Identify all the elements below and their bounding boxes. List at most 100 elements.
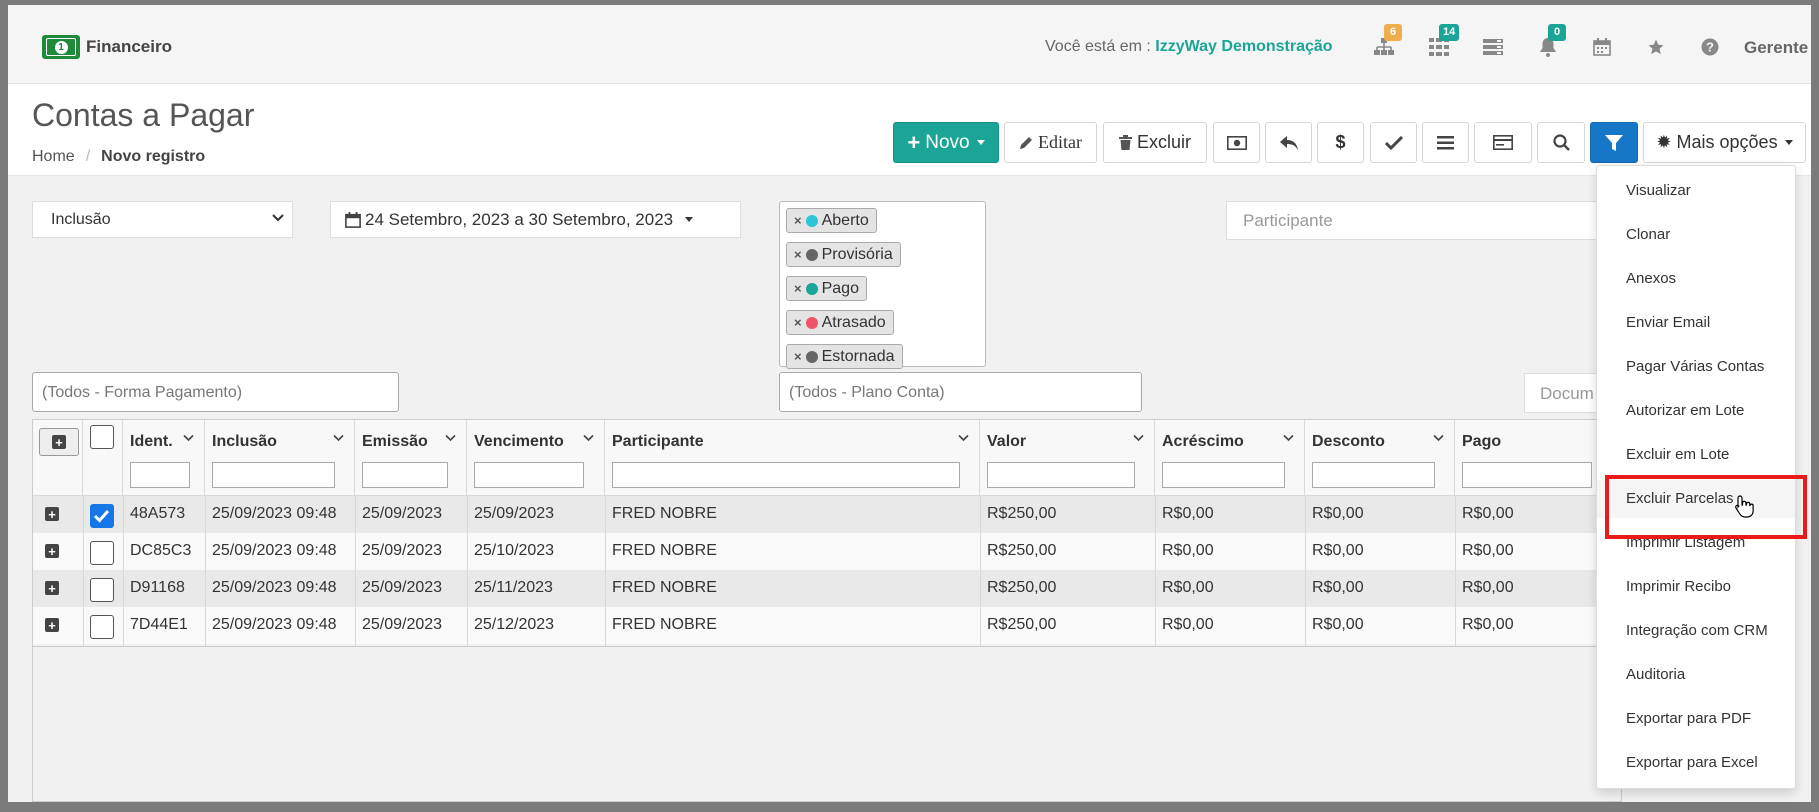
star-icon[interactable] (1642, 33, 1670, 61)
server-icon[interactable] (1479, 33, 1507, 61)
reply-button[interactable] (1265, 122, 1312, 163)
status-multiselect[interactable]: × Aberto × Provisória × Pago × Atrasado × Estorna… (779, 201, 986, 369)
menu-item-auditoria[interactable]: Auditoria (1597, 656, 1795, 694)
column-header-ident[interactable]: Ident. (123, 420, 205, 496)
menu-item-enviar-email[interactable]: Enviar Email (1597, 304, 1795, 342)
menu-item-imprimir-recibo[interactable]: Imprimir Recibo (1597, 568, 1795, 606)
chevron-down-icon[interactable] (1283, 434, 1294, 442)
expand-row-icon[interactable]: + (45, 507, 59, 521)
column-header-participante[interactable]: Participante (605, 420, 980, 496)
menu-item-autorizar-em-lote[interactable]: Autorizar em Lote (1597, 392, 1795, 430)
plano-conta-select[interactable]: (Todos - Plano Conta) (779, 372, 1142, 412)
table-row[interactable]: + DC85C3 25/09/2023 09:48 25/09/2023 25/10/2… (33, 533, 1621, 570)
menu-item-exportar-para-pdf[interactable]: Exportar para PDF (1597, 700, 1795, 738)
sitemap-icon[interactable]: 6 (1370, 24, 1402, 61)
expand-row-icon[interactable]: + (45, 544, 59, 558)
novo-button[interactable]: + Novo (893, 122, 999, 163)
card-button[interactable] (1474, 122, 1532, 163)
status-tag[interactable]: × Provisória (786, 242, 901, 267)
remove-tag-icon[interactable]: × (794, 315, 802, 330)
chevron-down-icon[interactable] (583, 434, 594, 442)
menu-item-visualizar[interactable]: Visualizar (1597, 172, 1795, 210)
column-filter-input[interactable] (987, 462, 1135, 488)
column-filter-input[interactable] (474, 462, 584, 488)
status-tag[interactable]: × Estornada (786, 344, 903, 369)
column-filter-input[interactable] (1462, 462, 1592, 488)
expand-row-icon[interactable]: + (45, 581, 59, 595)
cell-vencimento: 25/10/2023 (474, 542, 555, 559)
filter-button[interactable] (1590, 122, 1638, 163)
select-all-checkbox[interactable] (90, 425, 114, 449)
date-type-select[interactable]: Inclusão (32, 201, 293, 238)
column-filter-input[interactable] (362, 462, 448, 488)
table-row[interactable]: +7D44E1 25/09/2023 09:48 25/09/2023 25/12/2… (33, 607, 1621, 644)
status-tag[interactable]: × Pago (786, 276, 867, 301)
status-dot (805, 282, 818, 295)
cell-vencimento: 25/12/2023 (474, 616, 555, 633)
column-filter-input[interactable] (130, 462, 190, 488)
check-button[interactable] (1370, 122, 1417, 163)
column-header-vencimento[interactable]: Vencimento (467, 420, 605, 496)
list-button[interactable] (1422, 122, 1469, 163)
editar-button[interactable]: Editar (1004, 122, 1097, 163)
grid-icon[interactable]: 14 (1425, 24, 1460, 61)
chevron-down-icon[interactable] (1433, 434, 1444, 442)
top-navbar: 1 Financeiro Você está em : IzzyWay Demo… (8, 5, 1811, 84)
row-checkbox[interactable] (90, 578, 114, 602)
status-tag[interactable]: × Aberto (786, 208, 877, 233)
row-checkbox[interactable] (90, 615, 114, 639)
menu-item-pagar-varias-contas[interactable]: Pagar Várias Contas (1597, 348, 1795, 386)
column-filter-input[interactable] (212, 462, 335, 488)
column-header-valor[interactable]: Valor (980, 420, 1155, 496)
expand-all-button[interactable]: + (39, 428, 79, 456)
row-checkbox[interactable] (90, 541, 114, 565)
menu-item-clonar[interactable]: Clonar (1597, 216, 1795, 254)
brand[interactable]: 1 Financeiro (42, 35, 172, 59)
forma-pagamento-select[interactable]: (Todos - Forma Pagamento) (32, 372, 399, 412)
user-menu[interactable]: Gerente (1744, 38, 1808, 58)
breadcrumb-home[interactable]: Home (32, 148, 75, 165)
cash-button[interactable] (1213, 122, 1260, 163)
money-bill-icon (1226, 135, 1247, 150)
menu-item-exportar-para-excel[interactable]: Exportar para Excel (1597, 744, 1795, 782)
column-filter-input[interactable] (1312, 462, 1435, 488)
menu-item-integracao-com-crm[interactable]: Integração com CRM (1597, 612, 1795, 650)
column-header-emissao[interactable]: Emissão (355, 420, 467, 496)
remove-tag-icon[interactable]: × (794, 349, 802, 364)
chevron-down-icon[interactable] (333, 434, 344, 442)
column-header-acrescimo[interactable]: Acréscimo (1155, 420, 1305, 496)
table-row[interactable]: + D91168 25/09/2023 09:48 25/09/2023 25/11/2… (33, 570, 1621, 607)
chevron-down-icon[interactable] (183, 434, 194, 442)
list-icon (1437, 135, 1454, 149)
remove-tag-icon[interactable]: × (794, 281, 802, 296)
mais-opcoes-button[interactable]: ✹ Mais opções (1643, 122, 1806, 163)
column-header-inclusao[interactable]: Inclusão (205, 420, 355, 496)
menu-item-anexos[interactable]: Anexos (1597, 260, 1795, 298)
remove-tag-icon[interactable]: × (794, 213, 802, 228)
date-range-picker[interactable]: 24 Setembro, 2023 a 30 Setembro, 2023 (330, 201, 741, 238)
bell-icon[interactable]: 0 (1534, 24, 1566, 61)
calendar-icon[interactable] (1588, 33, 1616, 61)
company-link[interactable]: IzzyWay Demonstração (1155, 38, 1332, 55)
excluir-button[interactable]: Excluir (1103, 122, 1207, 163)
pencil-icon (1020, 136, 1032, 149)
chevron-down-icon[interactable] (1133, 434, 1144, 442)
column-filter-input[interactable] (1162, 462, 1285, 488)
participante-input[interactable]: Participante (1226, 201, 1606, 240)
chevron-down-icon[interactable] (958, 434, 969, 442)
expand-row-icon[interactable]: + (45, 618, 59, 632)
column-header-desconto[interactable]: Desconto (1305, 420, 1455, 496)
status-tag[interactable]: × Atrasado (786, 310, 894, 335)
search-button[interactable] (1537, 122, 1585, 163)
chevron-down-icon[interactable] (445, 434, 456, 442)
gear-icon: ✹ (1656, 132, 1672, 152)
table-row[interactable]: +48A573 25/09/2023 09:48 25/09/2023 25/09/2… (33, 496, 1621, 533)
column-label: Desconto (1312, 433, 1385, 450)
menu-item-excluir-em-lote[interactable]: Excluir em Lote (1597, 436, 1795, 474)
column-filter-input[interactable] (612, 462, 960, 488)
select-all-col (83, 420, 123, 496)
remove-tag-icon[interactable]: × (794, 247, 802, 262)
help-icon[interactable]: ? (1696, 33, 1724, 61)
dollar-button[interactable]: $ (1317, 122, 1364, 163)
row-checkbox[interactable] (90, 504, 114, 528)
